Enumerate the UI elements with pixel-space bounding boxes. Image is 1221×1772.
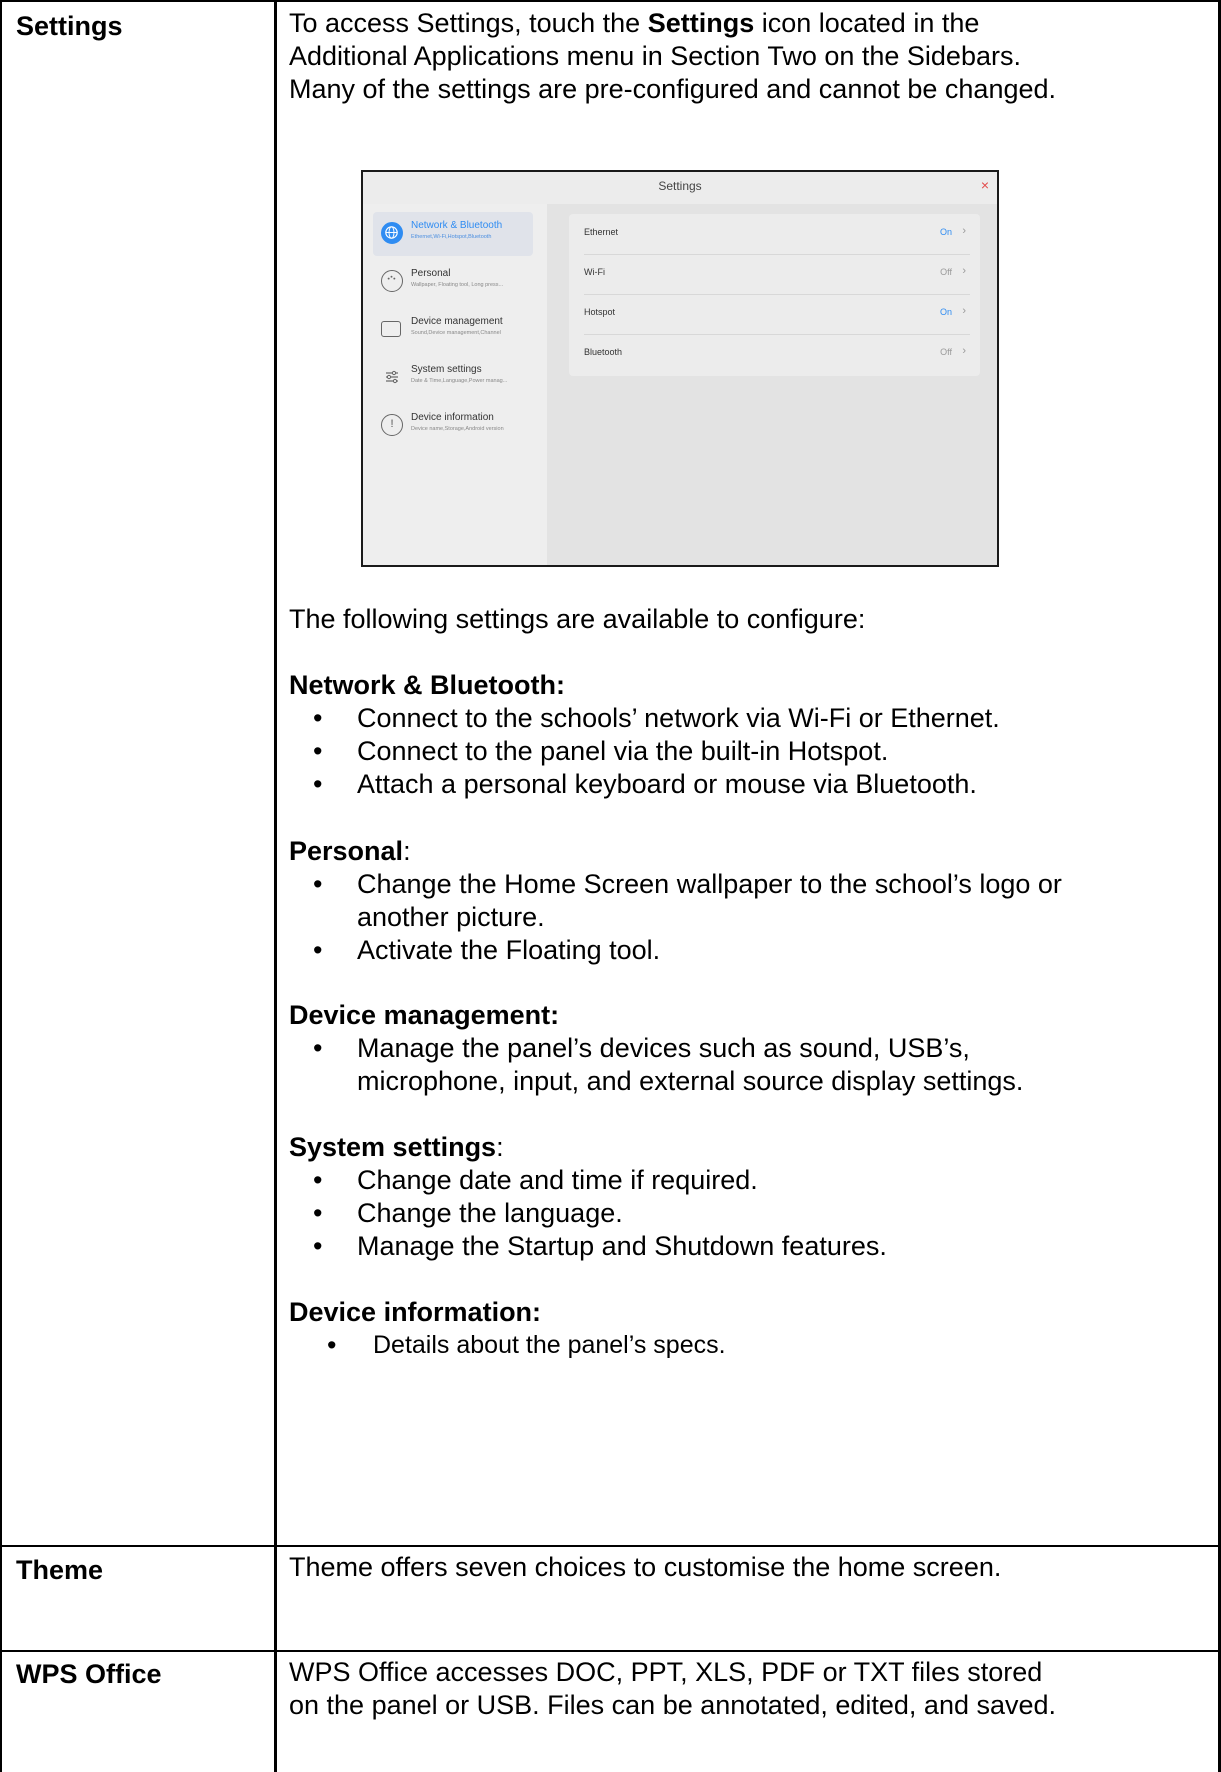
bullet-list: Connect to the schools’ network via Wi-F… [289,702,1089,801]
wps-office-description: WPS Office accesses DOC, PPT, XLS, PDF o… [289,1657,1057,1720]
sidebar-item-sub: Ethernet,Wi-Fi,Hotspot,Bluetooth [411,234,492,240]
intro-pre: To access Settings, touch the [289,8,648,38]
sidebar-item-sub: Sound,Device management,Channel [411,330,501,336]
chevron-right-icon: › [962,345,966,357]
chevron-right-icon: › [962,305,966,317]
document-table: Settings To access Settings, touch the S… [0,0,1221,1772]
section-personal: Personal: Change the Home Screen wallpap… [289,835,1089,967]
chevron-right-icon: › [962,225,966,237]
settings-row-wifi: Wi-Fi Off › [569,254,980,294]
list-item: Change date and time if required. [313,1164,1089,1197]
list-item: Change the Home Screen wallpaper to the … [313,868,1089,934]
sidebar-item-network-bluetooth: Network & Bluetooth Ethernet,Wi-Fi,Hotsp… [373,212,533,256]
sidebar-item-personal: Personal Wallpaper, Floating tool, Long … [373,260,533,304]
intro-bold: Settings [647,8,755,38]
close-icon: × [980,177,989,193]
row-value: On [939,227,952,237]
list-item: Change the language. [313,1197,1089,1230]
settings-row-hotspot: Hotspot On › [569,294,980,334]
palette-icon [381,270,403,292]
row-label: Bluetooth [584,347,623,357]
row-label-theme: Theme [16,1555,104,1585]
screenshot-title: Settings [658,179,702,193]
sidebar-item-system-settings: System settings Date & Time,Language,Pow… [373,356,533,400]
section-title: Device management: [289,1000,560,1030]
row-value: On [939,307,952,317]
settings-row-bluetooth: Bluetooth Off › [569,334,980,374]
sidebar-item-label: Personal [411,268,451,279]
sidebar-item-label: Device management [411,316,503,327]
sidebar-item-sub: Date & Time,Language,Power manag... [411,378,508,384]
row-label: Wi-Fi [584,267,605,277]
chevron-right-icon: › [962,265,966,277]
bullet-list: Change the Home Screen wallpaper to the … [289,868,1089,967]
globe-icon [381,222,403,244]
row-divider-1 [0,1545,1221,1547]
list-item: Details about the panel’s specs. [327,1329,1089,1362]
row-divider-2 [0,1650,1221,1652]
settings-screenshot: Settings × Network & Bluetooth Ethernet,… [361,170,999,567]
sidebar-item-label: Device information [411,412,494,423]
list-item: Manage the Startup and Shutdown features… [313,1230,1089,1263]
bullet-list: Details about the panel’s specs. [289,1329,1089,1362]
sidebar-item-device-information: ! Device information Device name,Storage… [373,404,533,448]
row-label: Hotspot [584,307,616,317]
bullet-list: Change date and time if required. Change… [289,1164,1089,1263]
list-item: Connect to the schools’ network via Wi-F… [313,702,1089,735]
sidebar-item-sub: Device name,Storage,Android version [411,426,504,432]
row-value: Off [940,347,952,357]
sliders-icon [381,366,403,388]
section-title: Personal: [289,836,411,866]
available-settings-text: The following settings are available to … [289,604,866,634]
list-item: Connect to the panel via the built-in Ho… [313,735,1089,768]
section-network-bluetooth: Network & Bluetooth: Connect to the scho… [289,669,1089,801]
row-value: Off [940,267,952,277]
row-label: Ethernet [584,227,619,237]
section-system-settings: System settings: Change date and time if… [289,1131,1089,1263]
sidebar-item-label: Network & Bluetooth [411,220,503,231]
table-border-left [0,0,2,1772]
screenshot-title-bar: Settings × [363,172,997,204]
column-divider [274,0,277,1772]
list-item: Attach a personal keyboard or mouse via … [313,768,1089,801]
section-title: System settings: [289,1132,504,1162]
info-icon: ! [381,414,403,436]
section-title: Device information: [289,1297,542,1327]
section-title: Network & Bluetooth: [289,670,565,700]
settings-intro: To access Settings, touch the Settings i… [289,7,1089,106]
sidebar-item-device-management: Device management Sound,Device managemen… [373,308,533,352]
settings-list-panel: Ethernet On › Wi-Fi Off › Hotspot On › B… [569,214,980,376]
settings-row-ethernet: Ethernet On › [569,214,980,254]
list-item: Manage the panel’s devices such as sound… [313,1032,1089,1098]
bullet-list: Manage the panel’s devices such as sound… [289,1032,1089,1098]
sidebar-item-sub: Wallpaper, Floating tool, Long press... [411,282,504,288]
screenshot-sidebar: Network & Bluetooth Ethernet,Wi-Fi,Hotsp… [363,204,547,565]
section-device-management: Device management: Manage the panel’s de… [289,999,1089,1098]
screenshot-main: Ethernet On › Wi-Fi Off › Hotspot On › B… [547,204,997,565]
monitor-icon [381,321,401,337]
table-border-top [0,0,1221,2]
row-label-wps-office: WPS Office [16,1659,162,1689]
row-label-settings: Settings [16,11,123,41]
sidebar-item-label: System settings [411,364,482,375]
section-device-information: Device information: Details about the pa… [289,1296,1089,1362]
theme-description: Theme offers seven choices to customise … [289,1552,1002,1582]
list-item: Activate the Floating tool. [313,934,1089,967]
